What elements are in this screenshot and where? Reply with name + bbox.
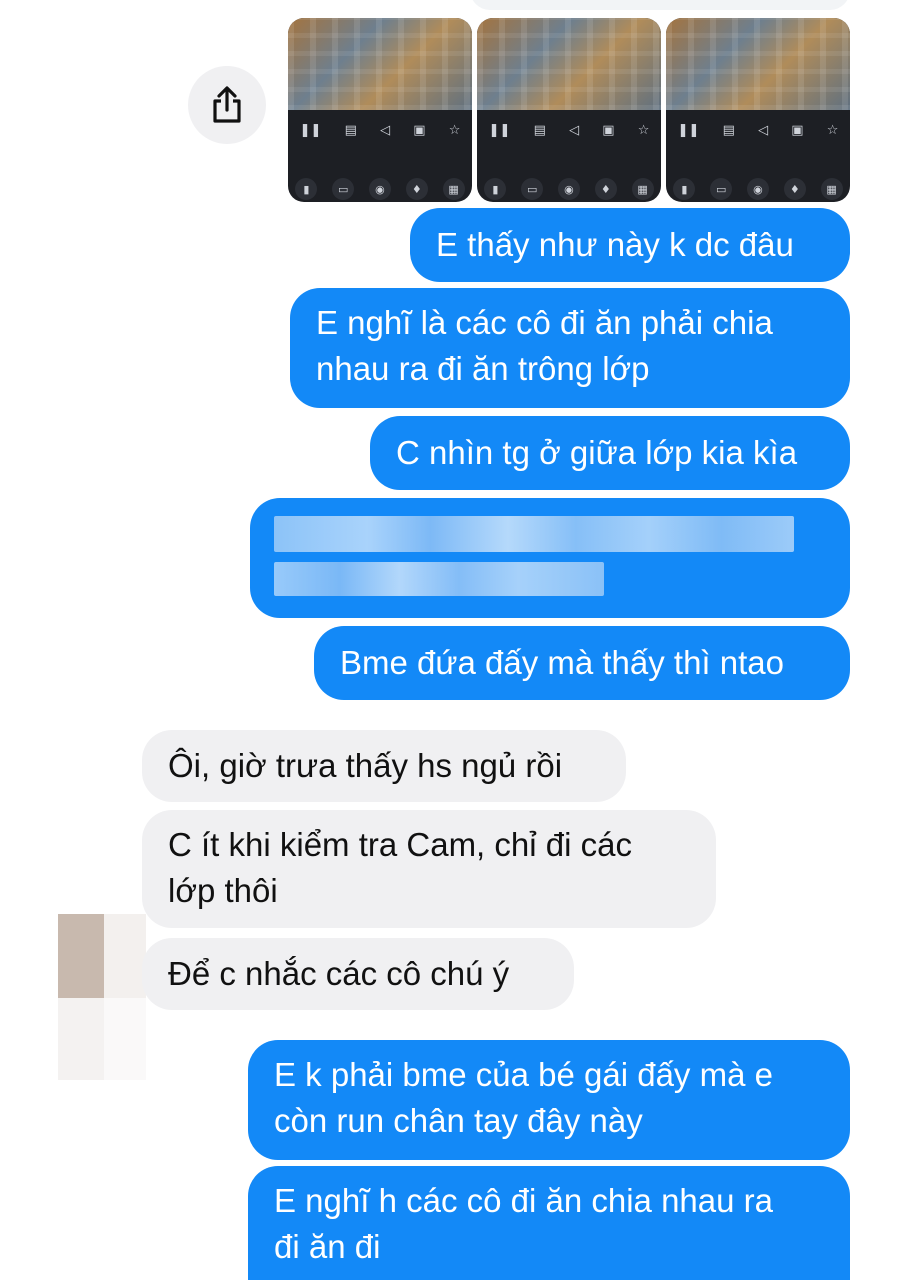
camera-icon: ◉ bbox=[368, 178, 391, 200]
message-text: Ôi, giờ trưa thấy hs ngủ rồi bbox=[168, 747, 563, 784]
star-icon: ☆ bbox=[448, 122, 461, 138]
speaker-icon: ◁ bbox=[758, 122, 769, 138]
outgoing-message[interactable]: C nhìn tg ở giữa lớp kia kìa bbox=[370, 416, 850, 490]
camera-icon: ◉ bbox=[557, 178, 580, 200]
mic-icon: ♦ bbox=[783, 178, 806, 200]
message-text-line-2: nhau ra đi ăn trông lớp bbox=[316, 350, 650, 387]
menu-icon: ▦ bbox=[631, 178, 654, 200]
previous-message-fragment bbox=[470, 0, 850, 10]
share-icon bbox=[213, 86, 241, 123]
classroom-camera-image bbox=[288, 18, 472, 110]
video-icon: ▭ bbox=[710, 178, 733, 200]
message-text: E thấy như này k dc đâu bbox=[436, 226, 794, 263]
video-icon: ▭ bbox=[332, 178, 355, 200]
camera-control-bar: ❚❚ ▤ ◁ ▣ ☆ bbox=[288, 118, 472, 142]
mic-icon: ♦ bbox=[594, 178, 617, 200]
outgoing-message[interactable]: E k phải bme của bé gái đấy mà e còn run… bbox=[248, 1040, 850, 1160]
message-text: Để c nhắc các cô chú ý bbox=[168, 955, 510, 992]
outgoing-message[interactable]: E nghĩ là các cô đi ăn phải chia nhau ra… bbox=[290, 288, 850, 408]
camera-screenshot-1[interactable]: ❚❚ ▤ ◁ ▣ ☆ ▮ ▭ ◉ ♦ ▦ bbox=[288, 18, 472, 202]
message-text-line-2: lớp thôi bbox=[168, 872, 278, 909]
avatar[interactable] bbox=[58, 914, 146, 1080]
message-text-line-1: E nghĩ h các cô đi ăn chia nhau ra bbox=[274, 1182, 773, 1219]
incoming-message[interactable]: Để c nhắc các cô chú ý bbox=[142, 938, 574, 1010]
pause-icon: ❚❚ bbox=[488, 122, 511, 138]
pixelated-redaction bbox=[274, 516, 834, 602]
camera-icon: ◉ bbox=[746, 178, 769, 200]
menu-icon: ▦ bbox=[820, 178, 843, 200]
camera-tool-bar: ▮ ▭ ◉ ♦ ▦ bbox=[477, 174, 661, 202]
message-text-line-2: còn run chân tay đây này bbox=[274, 1102, 643, 1139]
mic-icon: ♦ bbox=[405, 178, 428, 200]
camera-screenshot-2[interactable]: ❚❚ ▤ ◁ ▣ ☆ ▮ ▭ ◉ ♦ ▦ bbox=[477, 18, 661, 202]
classroom-camera-image bbox=[477, 18, 661, 110]
outgoing-message[interactable]: Bme đứa đấy mà thấy thì ntao bbox=[314, 626, 850, 700]
message-text-line-1: E k phải bme của bé gái đấy mà e bbox=[274, 1056, 773, 1093]
speaker-icon: ◁ bbox=[380, 122, 391, 138]
message-text-line-1: C ít khi kiểm tra Cam, chỉ đi các bbox=[168, 826, 632, 863]
star-icon: ☆ bbox=[637, 122, 650, 138]
record-icon: ▣ bbox=[791, 122, 804, 138]
incoming-message[interactable]: Ôi, giờ trưa thấy hs ngủ rồi bbox=[142, 730, 626, 802]
message-text-line-2: đi ăn đi bbox=[274, 1228, 381, 1265]
video-icon: ▭ bbox=[521, 178, 544, 200]
star-icon: ☆ bbox=[826, 122, 839, 138]
share-button[interactable] bbox=[188, 66, 266, 144]
grid-icon: ▤ bbox=[344, 122, 357, 138]
pause-icon: ❚❚ bbox=[677, 122, 700, 138]
message-text: C nhìn tg ở giữa lớp kia kìa bbox=[396, 434, 798, 471]
record-icon: ▣ bbox=[413, 122, 426, 138]
incoming-message[interactable]: C ít khi kiểm tra Cam, chỉ đi các lớp th… bbox=[142, 810, 716, 928]
speaker-icon: ◁ bbox=[569, 122, 580, 138]
flash-icon: ▮ bbox=[484, 178, 507, 200]
camera-screenshot-3[interactable]: ❚❚ ▤ ◁ ▣ ☆ ▮ ▭ ◉ ♦ ▦ bbox=[666, 18, 850, 202]
message-text-line-1: E nghĩ là các cô đi ăn phải chia bbox=[316, 304, 773, 341]
message-text: Bme đứa đấy mà thấy thì ntao bbox=[340, 644, 785, 681]
camera-tool-bar: ▮ ▭ ◉ ♦ ▦ bbox=[288, 174, 472, 202]
pause-icon: ❚❚ bbox=[299, 122, 322, 138]
flash-icon: ▮ bbox=[295, 178, 318, 200]
grid-icon: ▤ bbox=[533, 122, 546, 138]
camera-control-bar: ❚❚ ▤ ◁ ▣ ☆ bbox=[666, 118, 850, 142]
classroom-camera-image bbox=[666, 18, 850, 110]
menu-icon: ▦ bbox=[442, 178, 465, 200]
outgoing-message[interactable]: E thấy như này k dc đâu bbox=[410, 208, 850, 282]
outgoing-message-redacted[interactable] bbox=[250, 498, 850, 618]
outgoing-message[interactable]: E nghĩ h các cô đi ăn chia nhau ra đi ăn… bbox=[248, 1166, 850, 1280]
flash-icon: ▮ bbox=[673, 178, 696, 200]
grid-icon: ▤ bbox=[722, 122, 735, 138]
record-icon: ▣ bbox=[602, 122, 615, 138]
camera-tool-bar: ▮ ▭ ◉ ♦ ▦ bbox=[666, 174, 850, 202]
camera-control-bar: ❚❚ ▤ ◁ ▣ ☆ bbox=[477, 118, 661, 142]
